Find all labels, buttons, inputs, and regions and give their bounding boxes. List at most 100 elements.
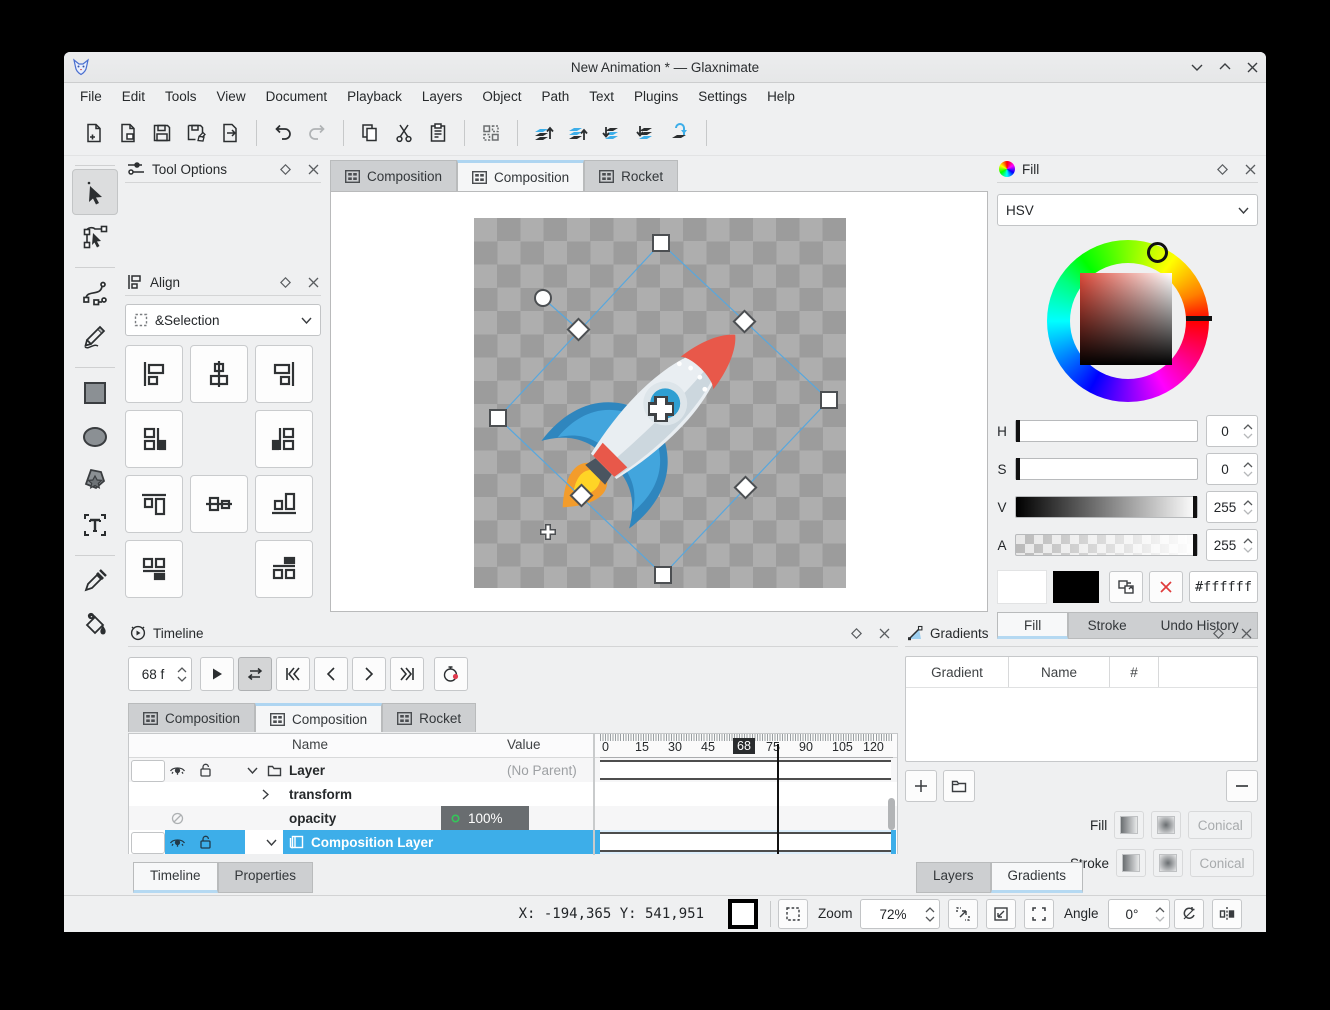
opacity-value-cell[interactable]: 100% bbox=[441, 806, 529, 830]
undo-icon[interactable] bbox=[267, 117, 299, 149]
align-h-center-button[interactable] bbox=[190, 345, 248, 403]
select-tool-button[interactable] bbox=[72, 169, 118, 215]
star-tool-button[interactable] bbox=[73, 459, 117, 503]
copy-icon[interactable] bbox=[354, 117, 386, 149]
close-panel-icon[interactable] bbox=[879, 628, 890, 639]
vertical-scrollbar[interactable] bbox=[888, 798, 895, 830]
menu-plugins[interactable]: Plugins bbox=[624, 85, 688, 108]
name-column[interactable]: Name bbox=[1009, 657, 1110, 687]
lower-to-bottom-icon[interactable] bbox=[630, 117, 662, 149]
align-target-select[interactable]: &Selection bbox=[125, 304, 321, 336]
timeline-tab-composition-1[interactable]: Composition bbox=[128, 703, 255, 732]
add-gradient-button[interactable] bbox=[905, 770, 937, 802]
composition-canvas[interactable] bbox=[474, 218, 846, 588]
zoom-in-button[interactable] bbox=[948, 899, 978, 929]
visible-eye-icon[interactable] bbox=[169, 764, 186, 776]
composition-layer-checkbox[interactable] bbox=[131, 832, 165, 854]
rectangle-tool-button[interactable] bbox=[73, 371, 117, 415]
close-panel-icon[interactable] bbox=[308, 164, 319, 175]
align-header[interactable]: Align bbox=[125, 269, 321, 296]
float-panel-icon[interactable] bbox=[851, 628, 862, 639]
reset-rotation-button[interactable] bbox=[1174, 899, 1204, 929]
color-picker-tool-button[interactable] bbox=[73, 559, 117, 603]
next-frame-button[interactable] bbox=[352, 657, 386, 691]
export-icon[interactable] bbox=[214, 117, 246, 149]
clear-color-button[interactable] bbox=[1149, 571, 1183, 603]
gradient-presets-button[interactable] bbox=[943, 770, 975, 802]
color-wheel[interactable] bbox=[1047, 240, 1209, 402]
new-file-icon[interactable] bbox=[78, 117, 110, 149]
ellipse-tool-button[interactable] bbox=[73, 415, 117, 459]
stroke-radial-gradient-button[interactable] bbox=[1153, 849, 1183, 877]
alpha-slider[interactable] bbox=[1015, 534, 1198, 556]
sv-square[interactable] bbox=[1080, 273, 1172, 365]
stroke-conical-button[interactable]: Conical bbox=[1190, 849, 1254, 877]
angle-spinbox[interactable]: 0° bbox=[1108, 899, 1170, 929]
go-last-frame-button[interactable] bbox=[390, 657, 424, 691]
lock-open-icon[interactable] bbox=[199, 835, 212, 849]
selection-mode-button[interactable] bbox=[778, 899, 808, 929]
close-icon[interactable] bbox=[1247, 62, 1258, 73]
menu-edit[interactable]: Edit bbox=[112, 85, 155, 108]
timeline-tab-composition-2[interactable]: Composition bbox=[255, 703, 382, 732]
zoom-spinbox[interactable]: 72% bbox=[860, 899, 940, 929]
saturation-slider[interactable] bbox=[1015, 458, 1198, 480]
fill-radial-gradient-button[interactable] bbox=[1151, 811, 1181, 839]
move-to-composition-icon[interactable] bbox=[664, 117, 696, 149]
float-panel-icon[interactable] bbox=[280, 277, 291, 288]
hue-spinbox[interactable]: 0 bbox=[1206, 415, 1258, 447]
loop-button[interactable] bbox=[238, 657, 272, 691]
color-model-select[interactable]: HSV bbox=[997, 194, 1258, 226]
lock-open-icon[interactable] bbox=[199, 763, 212, 777]
lower-icon[interactable] bbox=[596, 117, 628, 149]
align-v-center-button[interactable] bbox=[190, 475, 248, 533]
secondary-color-swatch[interactable] bbox=[1053, 571, 1099, 603]
align-outside-bottom-button[interactable] bbox=[255, 540, 313, 598]
gradients-header[interactable]: Gradients bbox=[905, 620, 1258, 647]
maximize-icon[interactable] bbox=[1219, 63, 1231, 71]
titlebar[interactable]: New Animation * — Glaxnimate bbox=[64, 52, 1266, 83]
align-outside-right-button[interactable] bbox=[255, 410, 313, 468]
close-panel-icon[interactable] bbox=[1245, 164, 1256, 175]
fill-linear-gradient-button[interactable] bbox=[1114, 811, 1144, 839]
menu-document[interactable]: Document bbox=[256, 85, 338, 108]
remove-gradient-button[interactable] bbox=[1226, 770, 1258, 802]
frame-spinbox[interactable]: 68 f bbox=[128, 657, 192, 691]
transform-row[interactable]: transform bbox=[129, 782, 897, 806]
layer-checkbox[interactable] bbox=[131, 760, 165, 782]
visible-eye-icon[interactable] bbox=[169, 836, 186, 848]
chevron-down-icon[interactable] bbox=[266, 839, 277, 846]
composition-track-bar[interactable] bbox=[600, 832, 891, 852]
frame-preview-icon[interactable] bbox=[475, 117, 507, 149]
current-color-indicator[interactable] bbox=[728, 899, 758, 929]
close-panel-icon[interactable] bbox=[308, 277, 319, 288]
canvas-tab-composition-1[interactable]: Composition bbox=[330, 160, 457, 191]
align-outside-top-button[interactable] bbox=[125, 540, 183, 598]
tool-options-header[interactable]: Tool Options bbox=[125, 156, 321, 183]
playhead[interactable] bbox=[777, 744, 779, 854]
stroke-linear-gradient-button[interactable] bbox=[1116, 849, 1146, 877]
redo-icon[interactable] bbox=[301, 117, 333, 149]
paste-icon[interactable] bbox=[422, 117, 454, 149]
go-first-frame-button[interactable] bbox=[276, 657, 310, 691]
align-outside-left-button[interactable] bbox=[125, 410, 183, 468]
canvas-tab-composition-2[interactable]: Composition bbox=[457, 160, 584, 191]
layer-track-bar[interactable] bbox=[600, 760, 891, 780]
swap-colors-button[interactable] bbox=[1109, 571, 1143, 603]
hue-selector[interactable] bbox=[1147, 242, 1168, 263]
alpha-spinbox[interactable]: 255 bbox=[1206, 529, 1258, 561]
cut-icon[interactable] bbox=[388, 117, 420, 149]
saturation-spinbox[interactable]: 0 bbox=[1206, 453, 1258, 485]
menu-playback[interactable]: Playback bbox=[337, 85, 412, 108]
menu-object[interactable]: Object bbox=[472, 85, 531, 108]
prev-frame-button[interactable] bbox=[314, 657, 348, 691]
raise-icon[interactable] bbox=[562, 117, 594, 149]
column-splitter[interactable] bbox=[593, 734, 595, 855]
float-panel-icon[interactable] bbox=[1217, 164, 1228, 175]
opacity-row[interactable]: opacity 100% bbox=[129, 806, 897, 830]
menu-tools[interactable]: Tools bbox=[155, 85, 207, 108]
zoom-out-button[interactable] bbox=[986, 899, 1016, 929]
fill-conical-button[interactable]: Conical bbox=[1188, 811, 1252, 839]
align-top-button[interactable] bbox=[125, 475, 183, 533]
current-color-swatch[interactable] bbox=[997, 570, 1047, 604]
